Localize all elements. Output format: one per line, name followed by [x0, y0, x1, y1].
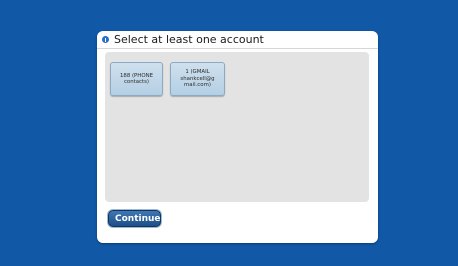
account-tile-phone[interactable]: 188 (PHONE contacts) [110, 62, 163, 96]
dialog-header: Select at least one account [97, 31, 378, 49]
dialog-title: Select at least one account [114, 33, 264, 46]
info-icon [102, 36, 109, 43]
account-tile-gmail[interactable]: 1 (GMAIL shankcell@g mail.com) [170, 62, 225, 96]
screen-background: Select at least one account 188 (PHONE c… [0, 0, 458, 266]
account-select-dialog: Select at least one account 188 (PHONE c… [97, 31, 378, 243]
accounts-panel: 188 (PHONE contacts) 1 (GMAIL shankcell@… [105, 52, 369, 202]
continue-button[interactable]: Continue [108, 210, 161, 227]
